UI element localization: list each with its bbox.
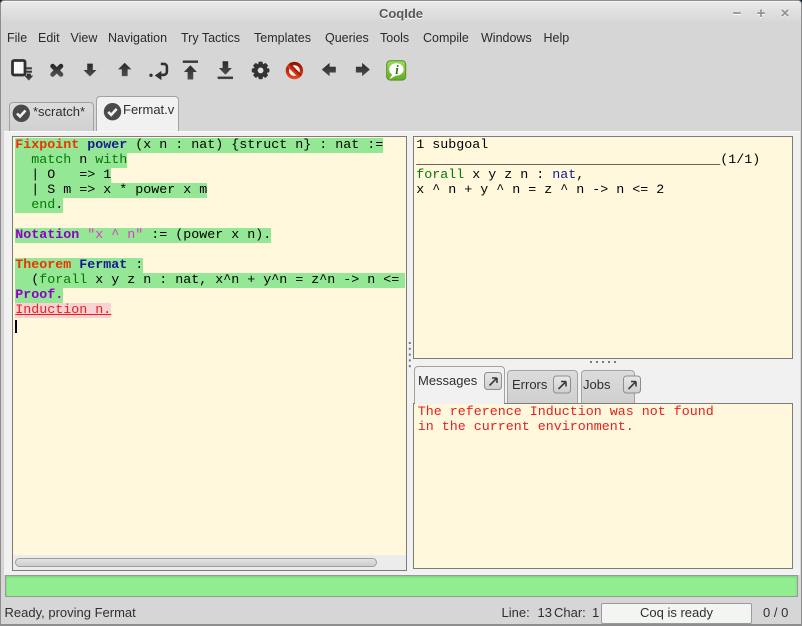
svg-text:i: i [395, 63, 399, 77]
